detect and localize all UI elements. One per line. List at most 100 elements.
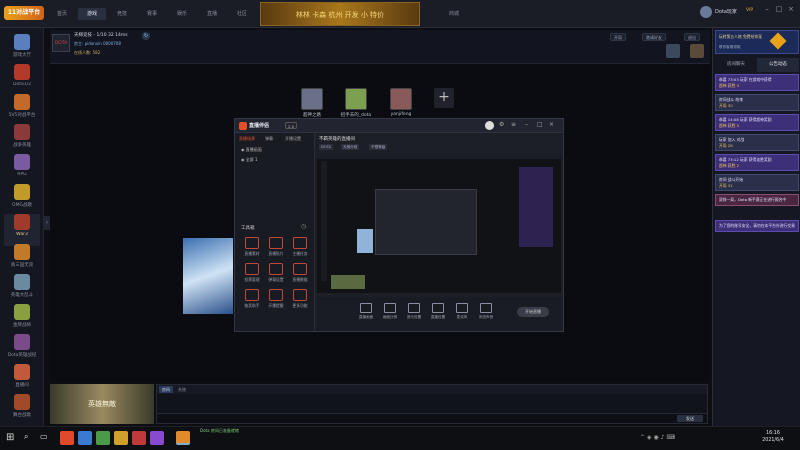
preview-tag[interactable]: 天梯分段	[341, 144, 360, 150]
tab-scenes[interactable]: 直播场景	[239, 136, 255, 142]
promo-card[interactable]: 玩转第五人格 免费给你宠 联系客服领取	[715, 30, 799, 54]
bottom-tool-button[interactable]: 直播画面	[353, 303, 379, 320]
sidebar-item-stage[interactable]: 舞台战歌	[4, 394, 40, 426]
sidebar-item-live-room[interactable]: 直播间	[4, 364, 40, 396]
tool-icon	[269, 237, 283, 249]
notice-item[interactable]: 为了您的账号安全，请勿在本平台外进行交易	[715, 220, 799, 232]
invite-friends-button[interactable]: 邀请好友	[642, 33, 666, 41]
tool-button[interactable]: 更多功能	[285, 289, 315, 309]
sidebar-item-lobby[interactable]: 游戏大厅	[4, 34, 40, 66]
app-icon[interactable]	[96, 431, 110, 445]
minimize-icon[interactable]: –	[762, 4, 772, 14]
sidebar-item-gold[interactable]: 金牌战将	[4, 304, 40, 336]
tab-chat-room[interactable]: 房间	[159, 386, 173, 393]
start-game-button[interactable]: 开局	[610, 33, 626, 41]
sidebar-item-omg[interactable]: OMG战歌	[4, 184, 40, 216]
nav-tab-live[interactable]: 直播	[198, 8, 226, 20]
chat-input[interactable]	[157, 413, 707, 423]
sidebar-item-5v5[interactable]: 5V5对战平台	[4, 94, 40, 126]
game-platform-icon[interactable]	[176, 431, 190, 445]
stream-left-panel: 直播场景 弹幕 开播设置 ◉ 直播画面 ◉ 全屏 1 工具箱 ◷ 直播素材 直播…	[235, 133, 315, 331]
tab-room-chat[interactable]: 房间聊天	[715, 58, 757, 72]
sidebar-item-rpg[interactable]: RPG	[4, 154, 40, 186]
app-icon[interactable]	[114, 431, 128, 445]
bottom-tool-button[interactable]: 音乐设置	[401, 303, 427, 320]
explorer-icon[interactable]	[78, 431, 92, 445]
nav-tab-shop[interactable]: 商城	[440, 8, 468, 20]
tab-announcements[interactable]: 公告动态	[757, 58, 799, 72]
nav-tab-events[interactable]: 赛事	[138, 8, 166, 20]
sidebar-item-label: 直播间	[15, 383, 29, 388]
tool-button[interactable]: 主播任务	[285, 237, 315, 257]
minimize-icon[interactable]: –	[525, 121, 528, 128]
tool-button[interactable]: 直播数据	[285, 263, 315, 283]
add-player-button[interactable]: +	[434, 88, 454, 108]
notice-item[interactable]: 恭喜 73:03 玩家 在游戏中获得 超神 获胜 3	[715, 74, 799, 91]
notice-item[interactable]: 房间战斗 结束 开局 30	[715, 94, 799, 111]
chrome-icon[interactable]	[60, 431, 74, 445]
player-slot[interactable]: 招手去的_dota	[336, 88, 376, 118]
hero-portrait-icon[interactable]	[666, 44, 680, 58]
room-host[interactable]: 房主: pidanxin 0000708	[74, 41, 121, 47]
nav-tab-community[interactable]: 社区	[228, 8, 256, 20]
preview-tag[interactable]: 不限等级	[369, 144, 388, 150]
tab-stream-settings[interactable]: 开播设置	[285, 136, 301, 142]
sidebar-item-war3[interactable]: War3	[4, 214, 40, 246]
close-icon[interactable]: ×	[786, 4, 796, 14]
sidebar-item-dota-legend[interactable]: Dota英雄战纪	[4, 334, 40, 366]
scene-item[interactable]: ◉ 直播画面	[241, 147, 262, 153]
menu-icon[interactable]: ≡	[511, 121, 516, 128]
sidebar-item-brawl[interactable]: 英雄大乱斗	[4, 274, 40, 306]
exit-room-button[interactable]: 退出	[684, 33, 700, 41]
sidebar-item-dota[interactable]: Dota1/2	[4, 64, 40, 96]
notice-text: 双排一局，Dota 新手赛正在进行报名中	[719, 197, 787, 202]
gift-icon	[769, 32, 787, 50]
windows-start-icon[interactable]: ⊞	[6, 432, 14, 444]
bottom-tool-button[interactable]: 画面比例	[377, 303, 403, 320]
tool-icon	[269, 263, 283, 275]
search-icon[interactable]: ⌕	[24, 432, 28, 442]
notice-item[interactable]: 恭喜 73:12 玩家 获得连胜奖励 超神 获胜 2	[715, 154, 799, 171]
room-header: DOTA 天梯竞技 - 1/10 32 14ms 房主: pidanxin 00…	[50, 30, 710, 64]
hero-portrait-icon[interactable]	[690, 44, 704, 58]
nav-tab-competitive[interactable]: 竞技	[108, 8, 136, 20]
sidebar-item-three-kingdoms[interactable]: 真三国无双	[4, 244, 40, 276]
ad-banner[interactable]: 英雄無敵	[50, 384, 154, 424]
tray-icons[interactable]: ⌃ ◈ ◉ ♪ ⌨	[640, 434, 675, 441]
avatar[interactable]	[700, 6, 712, 18]
start-stream-button[interactable]: 开始直播	[517, 307, 549, 317]
tab-chat-system[interactable]: 系统	[175, 386, 189, 393]
notice-item[interactable]: 玩家 加入 对战 开局 28	[715, 134, 799, 151]
maximize-icon[interactable]: □	[774, 4, 784, 14]
send-button[interactable]: 发送	[677, 415, 703, 422]
notice-item[interactable]: 房间 战斗开始 开局 31	[715, 174, 799, 191]
close-icon[interactable]: ×	[549, 121, 554, 128]
maximize-icon[interactable]: □	[537, 121, 543, 128]
task-view-icon[interactable]: ▭	[40, 432, 48, 441]
sidebar-item-war-heroes[interactable]: 战争英雄	[4, 124, 40, 156]
taskbar-clock[interactable]: 16:16 2021/6/4	[750, 430, 796, 444]
toolbox-settings-icon[interactable]: ◷	[301, 223, 306, 230]
stream-room-title: 不羁英雄的直播间	[319, 137, 355, 142]
nav-tab-entertainment[interactable]: 娱乐	[168, 8, 196, 20]
notice-item[interactable]: 恭喜 14:08 玩家 获得超神奖励 超神 获胜 5	[715, 114, 799, 131]
player-slot[interactable]: yanjifeng	[384, 88, 418, 117]
scene-item[interactable]: ◉ 全屏 1	[241, 157, 258, 163]
bottom-tool-button[interactable]: 麦克风	[449, 303, 475, 320]
refresh-icon[interactable]: ↻	[142, 32, 150, 40]
nav-tab-home[interactable]: 首页	[48, 8, 76, 20]
app-icon[interactable]	[132, 431, 146, 445]
bottom-tool-button[interactable]: 系统声音	[473, 303, 499, 320]
promo-banner[interactable]: 林林 卡森 杭州 开发 小 特价	[260, 2, 420, 26]
notice-item[interactable]: 双排一局，Dota 新手赛正在进行报名中	[715, 194, 799, 206]
bottom-tool-button[interactable]: 直播设置	[425, 303, 451, 320]
nav-tab-games[interactable]: 游戏	[78, 8, 106, 20]
stream-preview[interactable]	[317, 153, 561, 293]
app-icon[interactable]	[150, 431, 164, 445]
preview-tag[interactable]: DOTA	[319, 144, 333, 150]
tab-danmaku[interactable]: 弹幕	[265, 136, 273, 142]
app-logo[interactable]: 11对战平台	[4, 6, 44, 20]
player-slot[interactable]: 超神之路	[297, 88, 327, 118]
settings-icon[interactable]: ⚙	[499, 121, 504, 128]
avatar[interactable]	[485, 121, 494, 130]
